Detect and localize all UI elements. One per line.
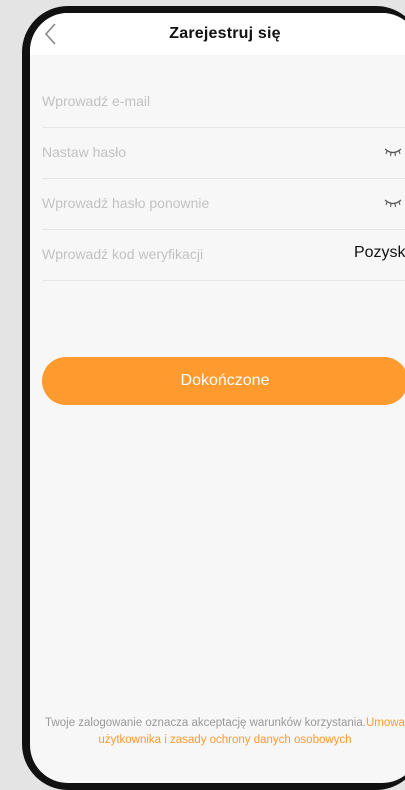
password-visibility-toggle[interactable] — [384, 145, 402, 159]
email-row — [42, 77, 405, 128]
confirm-password-row — [42, 179, 405, 230]
eye-closed-icon — [384, 199, 402, 208]
verification-code-row: Pozyskaj — [42, 230, 405, 281]
registration-form: Pozyskaj — [42, 77, 405, 281]
password-row — [42, 128, 405, 179]
submit-button[interactable]: Dokończone — [42, 357, 405, 405]
verification-code-field[interactable] — [42, 240, 302, 268]
email-field[interactable] — [42, 87, 302, 115]
confirm-password-visibility-toggle[interactable] — [384, 196, 402, 210]
phone-frame: Zarejestruj się Wprowadź e-mail Wprowadź… — [22, 6, 405, 790]
screen: Zarejestruj się Wprowadź e-mail Wprowadź… — [30, 13, 405, 783]
terms-text: Twoje zalogowanie oznacza akceptację war… — [45, 717, 366, 729]
confirm-password-field[interactable] — [42, 189, 302, 217]
terms-notice: Twoje zalogowanie oznacza akceptację war… — [34, 715, 405, 749]
get-code-button[interactable]: Pozyskaj — [354, 244, 405, 262]
navigation-bar: Zarejestruj się — [30, 13, 405, 55]
eye-closed-icon — [384, 148, 402, 157]
password-field[interactable] — [42, 138, 302, 166]
page-title: Zarejestruj się — [169, 25, 281, 42]
